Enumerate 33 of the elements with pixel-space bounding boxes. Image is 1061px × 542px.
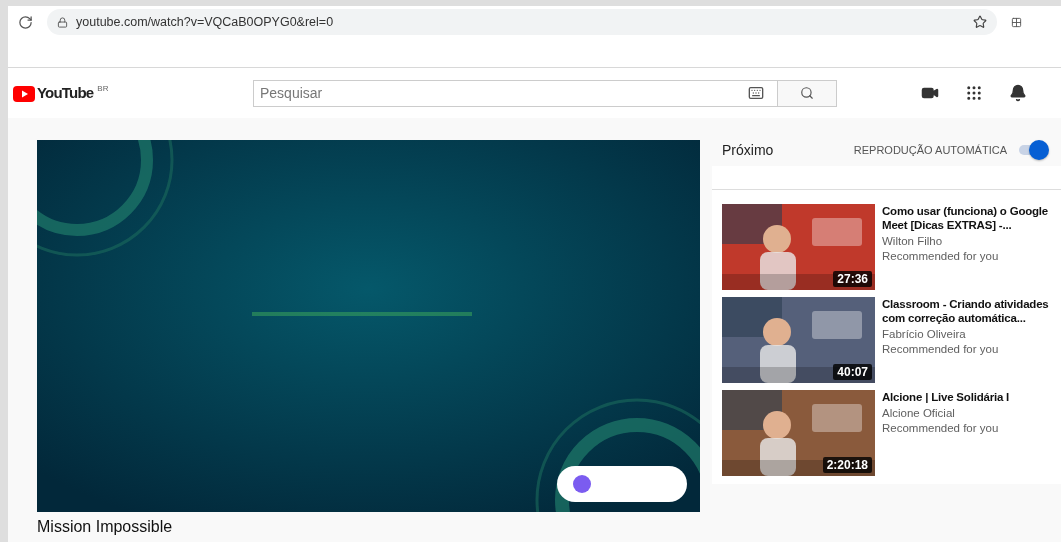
- region-label: BR: [97, 84, 109, 93]
- url-text: youtube.com/watch?v=VQCaB0OPYG0&rel=0: [76, 15, 335, 29]
- address-bar[interactable]: youtube.com/watch?v=VQCaB0OPYG0&rel=0: [47, 9, 997, 35]
- bookmark-star-icon[interactable]: [973, 15, 987, 29]
- search-button[interactable]: [778, 79, 837, 107]
- extension-icon[interactable]: [1011, 17, 1022, 28]
- reload-icon[interactable]: [18, 15, 33, 30]
- search-icon: [800, 86, 814, 100]
- video-title: Como usar (funciona) o Google Meet [Dicas EXTRAS] -...: [882, 204, 1050, 232]
- bell-icon[interactable]: [1009, 84, 1027, 102]
- channel-name: Alcione Oficial: [882, 407, 956, 419]
- recommended-video[interactable]: 2:20:18 Alcione | Live Solidária I Alcione Oficial Recommended for you: [722, 390, 1061, 476]
- logo-text[interactable]: YouTube: [37, 84, 94, 101]
- keyboard-icon[interactable]: [748, 84, 764, 101]
- search-field[interactable]: Pesquisar: [253, 79, 778, 107]
- recommendation-note: Recommended for you: [882, 250, 1000, 262]
- video-title: Mission Impossible: [37, 518, 174, 536]
- duration-badge: 40:07: [833, 364, 872, 380]
- video-title: Alcione | Live Solidária I: [882, 390, 1011, 404]
- recommendation-note: Recommended for you: [882, 343, 1000, 355]
- lock-icon: [57, 16, 68, 28]
- channel-name: Fabrício Oliveira: [882, 328, 967, 340]
- duration-badge: 27:36: [833, 271, 872, 287]
- channel-name: Wilton Filho: [882, 235, 944, 247]
- autoplay-label: REPRODUÇÃO AUTOMÁTICA: [853, 144, 1007, 156]
- apps-grid-icon[interactable]: [965, 84, 983, 102]
- recommended-video[interactable]: 40:07 Classroom - Criando atividades com correção automática... Fabrício Oliveira Recommended for you: [722, 297, 1061, 383]
- video-title: Classroom - Criando atividades com correção automática...: [882, 297, 1050, 325]
- recommendation-note: Recommended for you: [882, 422, 1000, 434]
- recommended-video[interactable]: 27:36 Como usar (funciona) o Google Meet [Dicas EXTRAS] -... Wilton Filho Recommended for you: [722, 204, 1061, 290]
- up-next-heading: Próximo: [722, 142, 774, 158]
- play-logo-icon: [13, 86, 35, 102]
- duration-badge: 2:20:18: [822, 457, 872, 473]
